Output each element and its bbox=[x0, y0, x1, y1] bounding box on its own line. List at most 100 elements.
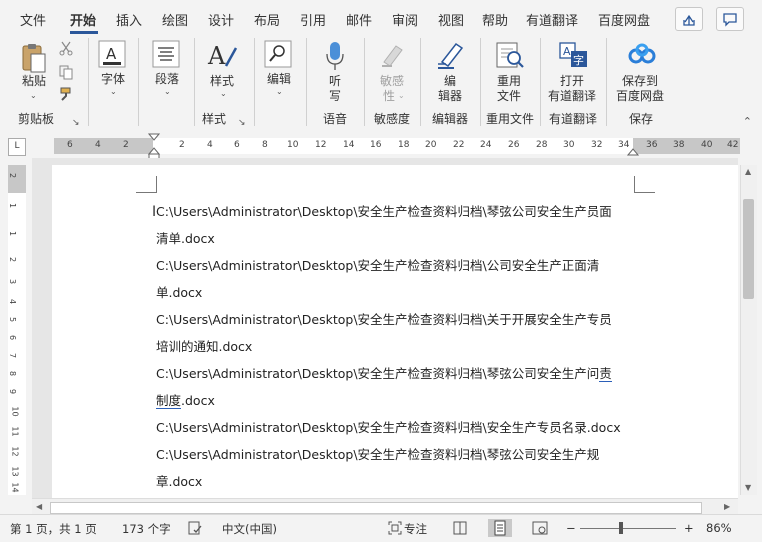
styles-dropdown-icon[interactable]: ⌄ bbox=[220, 89, 227, 98]
reuse-files-icon[interactable] bbox=[494, 40, 526, 73]
tab-youdao[interactable]: 有道翻译 bbox=[526, 10, 578, 29]
sensitivity-group-label: 敏感度 bbox=[373, 112, 410, 126]
vruler-number: 1 bbox=[8, 202, 18, 209]
web-layout-button[interactable] bbox=[528, 519, 552, 537]
tab-help[interactable]: 帮助 bbox=[482, 10, 508, 29]
scroll-up-icon[interactable]: ▲ bbox=[745, 167, 751, 176]
paste-label[interactable]: 粘贴 bbox=[14, 74, 54, 88]
youdao-label-1[interactable]: 打开 bbox=[542, 74, 602, 88]
font-icon[interactable]: A bbox=[98, 40, 126, 71]
clipboard-group: 粘贴 ⌄ 剪贴板 ↘ bbox=[0, 34, 86, 130]
doc-line-text: .docx bbox=[181, 393, 215, 408]
vruler-number: 13 bbox=[10, 466, 20, 477]
doc-line[interactable]: C:\Users\Administrator\Desktop\安全生产检查资料归… bbox=[156, 309, 612, 328]
print-layout-button[interactable] bbox=[488, 519, 512, 537]
horizontal-scroll-thumb[interactable] bbox=[50, 502, 702, 514]
tab-home[interactable]: 开始 bbox=[70, 10, 96, 29]
doc-line[interactable]: 清单.docx bbox=[156, 228, 215, 247]
ruler-number: 28 bbox=[536, 140, 548, 150]
horizontal-scrollbar[interactable]: ◀ ▶ bbox=[32, 498, 738, 515]
tab-file[interactable]: 文件 bbox=[20, 10, 46, 29]
vruler-number: 8 bbox=[8, 370, 18, 377]
tab-mailings[interactable]: 邮件 bbox=[346, 10, 372, 29]
scroll-left-icon[interactable]: ◀ bbox=[36, 502, 42, 511]
tab-selector[interactable]: L bbox=[8, 138, 26, 156]
doc-line[interactable]: 制度.docx bbox=[156, 390, 215, 409]
paragraph-dropdown-icon[interactable]: ⌄ bbox=[164, 87, 171, 96]
editing-label[interactable]: 编辑 bbox=[256, 72, 302, 86]
clipboard-launcher-icon[interactable]: ↘ bbox=[72, 118, 80, 128]
doc-line[interactable]: 单.docx bbox=[156, 282, 202, 301]
scroll-right-icon[interactable]: ▶ bbox=[724, 502, 730, 511]
editing-dropdown-icon[interactable]: ⌄ bbox=[276, 87, 283, 96]
tab-references[interactable]: 引用 bbox=[300, 10, 326, 29]
zoom-in-button[interactable]: + bbox=[684, 521, 694, 535]
save-label-1[interactable]: 保存到 bbox=[608, 74, 672, 88]
zoom-slider-thumb[interactable] bbox=[619, 522, 624, 534]
ruler-number: 26 bbox=[508, 140, 520, 150]
proofing-icon[interactable] bbox=[188, 521, 202, 538]
baidu-cloud-icon[interactable] bbox=[626, 42, 658, 73]
styles-label[interactable]: 样式 bbox=[196, 74, 248, 88]
doc-line[interactable]: C:\Users\Administrator\Desktop\安全生产检查资料归… bbox=[156, 363, 612, 382]
paste-icon[interactable] bbox=[20, 42, 48, 77]
zoom-level[interactable]: 86% bbox=[706, 521, 732, 535]
font-label[interactable]: 字体 bbox=[90, 72, 136, 86]
doc-line[interactable]: C:\Users\Administrator\Desktop\安全生产检查资料归… bbox=[156, 417, 621, 436]
focus-icon[interactable] bbox=[388, 521, 402, 538]
vruler-number: 6 bbox=[8, 334, 18, 341]
styles-launcher-icon[interactable]: ↘ bbox=[238, 118, 246, 128]
translate-icon[interactable]: A字 bbox=[558, 40, 590, 73]
cut-icon[interactable] bbox=[58, 40, 74, 59]
paragraph-group: 段落 ⌄ bbox=[142, 34, 192, 130]
editor-icon[interactable] bbox=[434, 40, 466, 73]
vertical-scroll-thumb[interactable] bbox=[743, 199, 754, 299]
paragraph-icon[interactable] bbox=[152, 40, 180, 71]
tab-layout[interactable]: 布局 bbox=[254, 10, 280, 29]
paragraph-label[interactable]: 段落 bbox=[142, 72, 192, 86]
read-mode-button[interactable] bbox=[448, 519, 472, 537]
share-icon[interactable] bbox=[675, 7, 703, 31]
reuse-files-label-2[interactable]: 文件 bbox=[482, 89, 536, 103]
dictate-label-2[interactable]: 写 bbox=[308, 89, 362, 103]
zoom-out-button[interactable]: − bbox=[566, 521, 576, 535]
doc-line[interactable]: 培训的通知.docx bbox=[156, 336, 252, 355]
ruler-number: 6 bbox=[234, 140, 240, 150]
doc-line[interactable]: C:\Users\Administrator\Desktop\安全生产检查资料归… bbox=[156, 201, 612, 220]
doc-line[interactable]: 章.docx bbox=[156, 471, 202, 490]
word-count[interactable]: 173 个字 bbox=[122, 521, 171, 537]
save-label-2[interactable]: 百度网盘 bbox=[608, 89, 672, 103]
doc-line[interactable]: C:\Users\Administrator\Desktop\安全生产检查资料归… bbox=[156, 444, 599, 463]
copy-icon[interactable] bbox=[58, 64, 74, 83]
microphone-icon[interactable] bbox=[324, 40, 346, 75]
styles-icon[interactable]: A bbox=[206, 40, 238, 73]
editor-label-2[interactable]: 辑器 bbox=[422, 89, 478, 103]
separator bbox=[480, 38, 481, 126]
vertical-ruler[interactable]: 2 1 1 2 3 4 5 6 7 8 9 10 11 12 13 14 bbox=[8, 165, 26, 495]
sensitivity-dropdown-icon: ⌄ bbox=[398, 91, 405, 100]
reuse-files-label-1[interactable]: 重用 bbox=[482, 74, 536, 88]
editor-label-1[interactable]: 编 bbox=[422, 74, 478, 88]
doc-line[interactable]: C:\Users\Administrator\Desktop\安全生产检查资料归… bbox=[156, 255, 599, 274]
vertical-scrollbar[interactable]: ▲ ▼ bbox=[740, 165, 757, 495]
focus-label[interactable]: 专注 bbox=[404, 521, 427, 537]
font-dropdown-icon[interactable]: ⌄ bbox=[110, 87, 117, 96]
paste-dropdown-icon[interactable]: ⌄ bbox=[30, 91, 37, 100]
tab-view[interactable]: 视图 bbox=[438, 10, 464, 29]
tab-insert[interactable]: 插入 bbox=[116, 10, 142, 29]
format-painter-icon[interactable] bbox=[58, 86, 76, 105]
tab-review[interactable]: 审阅 bbox=[392, 10, 418, 29]
dictate-label-1[interactable]: 听 bbox=[308, 74, 362, 88]
tab-baidu[interactable]: 百度网盘 bbox=[598, 10, 650, 29]
comments-icon[interactable] bbox=[716, 7, 744, 31]
youdao-label-2[interactable]: 有道翻译 bbox=[542, 89, 602, 103]
search-icon[interactable] bbox=[264, 40, 292, 71]
scroll-down-icon[interactable]: ▼ bbox=[745, 483, 751, 492]
zoom-slider-track[interactable] bbox=[580, 528, 676, 529]
tab-draw[interactable]: 绘图 bbox=[162, 10, 188, 29]
tab-design[interactable]: 设计 bbox=[208, 10, 234, 29]
page-count[interactable]: 第 1 页，共 1 页 bbox=[10, 521, 97, 537]
ruler-number: 18 bbox=[398, 140, 410, 150]
collapse-ribbon-icon[interactable]: ⌃ bbox=[743, 115, 752, 128]
language-indicator[interactable]: 中文(中国) bbox=[222, 521, 277, 537]
